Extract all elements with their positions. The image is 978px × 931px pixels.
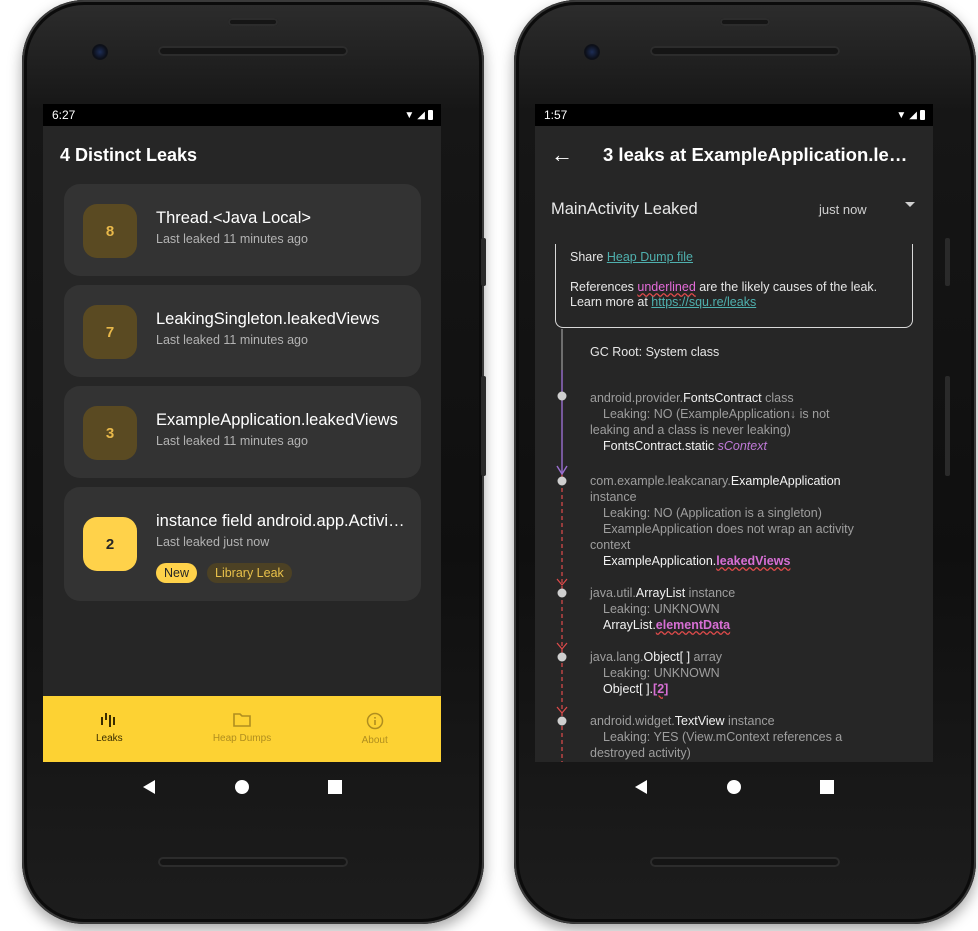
front-camera (92, 44, 108, 60)
signal-icon: ◢ (417, 109, 425, 121)
earpiece-speaker (650, 46, 840, 56)
phone-frame-left: 6:27 ▼ ◢ 4 Distinct Leaks 8 Thread.<Java… (22, 0, 486, 924)
top-speaker (720, 18, 770, 26)
squ-link[interactable]: https://squ.re/leaks (651, 295, 756, 309)
volume-button (945, 238, 950, 286)
leak-card[interactable]: 8 Thread.<Java Local> Last leaked 11 min… (64, 184, 421, 276)
leak-title: LeakingSingleton.leakedViews (156, 310, 380, 328)
bottom-speaker (158, 857, 348, 867)
bottom-speaker (650, 857, 840, 867)
back-triangle-icon[interactable] (142, 779, 156, 795)
leak-subtitle: Last leaked 11 minutes ago (156, 232, 308, 246)
recents-square-icon[interactable] (327, 780, 342, 794)
wifi-icon: ▼ (896, 109, 907, 121)
nav-about-label: About (361, 735, 388, 746)
leak-subtitle: Last leaked 11 minutes ago (156, 434, 308, 448)
screen-leaks-list: 6:27 ▼ ◢ 4 Distinct Leaks 8 Thread.<Java… (43, 104, 441, 762)
system-navigation (535, 772, 933, 802)
status-bar: 6:27 ▼ ◢ (43, 104, 441, 126)
selector-label: MainActivity Leaked (551, 199, 698, 218)
status-time: 6:27 (52, 108, 76, 122)
info-box: Share Heap Dump file References underlin… (555, 244, 913, 328)
leak-title: ExampleApplication.leakedViews (156, 411, 398, 429)
selector-time: just now (819, 201, 867, 217)
library-leak-chip: Library Leak (207, 563, 292, 583)
nav-leaks-label: Leaks (95, 733, 123, 744)
back-triangle-icon[interactable] (634, 779, 648, 795)
recents-square-icon[interactable] (819, 780, 834, 794)
signal-icon: ◢ (909, 109, 917, 121)
references-text: References underlined are the likely cau… (570, 280, 898, 310)
leak-subtitle: Last leaked 11 minutes ago (156, 333, 308, 347)
share-line: Share Heap Dump file (570, 250, 898, 265)
phone-frame-right: 1:57 ▼ ◢ ← 3 leaks at ExampleApplication… (514, 0, 976, 924)
system-navigation (43, 772, 441, 802)
home-circle-icon[interactable] (234, 780, 249, 794)
trace-node-arraylist: java.util.ArrayList instance Leaking: UN… (590, 586, 736, 632)
info-icon (366, 712, 383, 730)
bottom-navigation: Leaks Heap Dumps About (43, 696, 441, 762)
leak-count-badge: 3 (83, 406, 137, 460)
leak-selector[interactable]: MainActivity Leaked just now (535, 184, 933, 234)
nav-leaks[interactable]: Leaks (43, 696, 176, 762)
leak-card[interactable]: 7 LeakingSingleton.leakedViews Last leak… (64, 285, 421, 377)
toolbar-title: 3 leaks at ExampleApplication.leakedView… (603, 144, 913, 165)
folder-icon (233, 713, 251, 727)
trace-node-object-array: java.lang.Object[ ] array Leaking: UNKNO… (590, 650, 723, 696)
underlined-word: underlined (637, 280, 696, 294)
status-time: 1:57 (544, 108, 568, 122)
trace-node-exampleapplication: com.example.leakcanary.ExampleApplicatio… (590, 474, 854, 568)
leak-card[interactable]: 3 ExampleApplication.leakedViews Last le… (64, 386, 421, 478)
new-chip: New (156, 563, 198, 583)
leak-count-badge: 8 (83, 204, 137, 258)
leaks-icon (101, 713, 116, 727)
nav-heap-dumps[interactable]: Heap Dumps (176, 696, 309, 762)
earpiece-speaker (158, 46, 348, 56)
leak-title: Thread.<Java Local> (156, 209, 312, 227)
wifi-icon: ▼ (404, 109, 415, 121)
leak-count-badge: 2 (83, 517, 137, 571)
heap-dump-link[interactable]: Heap Dump file (607, 250, 693, 264)
status-icons: ▼ ◢ (404, 110, 433, 121)
trace-node-fontscontract: android.provider.FontsContract class Lea… (590, 391, 830, 453)
volume-button (481, 238, 486, 286)
trace-node-textview: android.widget.TextView instance Leaking… (590, 714, 843, 760)
refs-prefix: References (570, 280, 638, 294)
power-button (945, 376, 950, 476)
gc-root: GC Root: System class (590, 345, 720, 359)
nav-heap-dumps-label: Heap Dumps (212, 733, 272, 744)
leak-count-badge: 7 (83, 305, 137, 359)
toolbar: ← 3 leaks at ExampleApplication.leakedVi… (535, 126, 933, 184)
power-button (481, 376, 486, 476)
front-camera (584, 44, 600, 60)
battery-icon (428, 110, 433, 120)
screen-leak-trace: 1:57 ▼ ◢ ← 3 leaks at ExampleApplication… (535, 104, 933, 762)
battery-icon (920, 110, 925, 120)
back-arrow-icon[interactable]: ← (551, 142, 603, 168)
home-circle-icon[interactable] (726, 780, 741, 794)
nav-about[interactable]: About (308, 696, 441, 762)
leak-card[interactable]: 2 instance field android.app.ActivityThr… (64, 487, 421, 601)
share-prefix: Share (570, 250, 607, 264)
dropdown-caret-icon (905, 202, 915, 207)
status-bar: 1:57 ▼ ◢ (535, 104, 933, 126)
status-icons: ▼ ◢ (896, 110, 925, 121)
top-speaker (228, 18, 278, 26)
page-title: 4 Distinct Leaks (60, 145, 198, 165)
leak-title: instance field android.app.ActivityThrea… (156, 512, 408, 530)
leak-subtitle: Last leaked just now (156, 535, 270, 549)
